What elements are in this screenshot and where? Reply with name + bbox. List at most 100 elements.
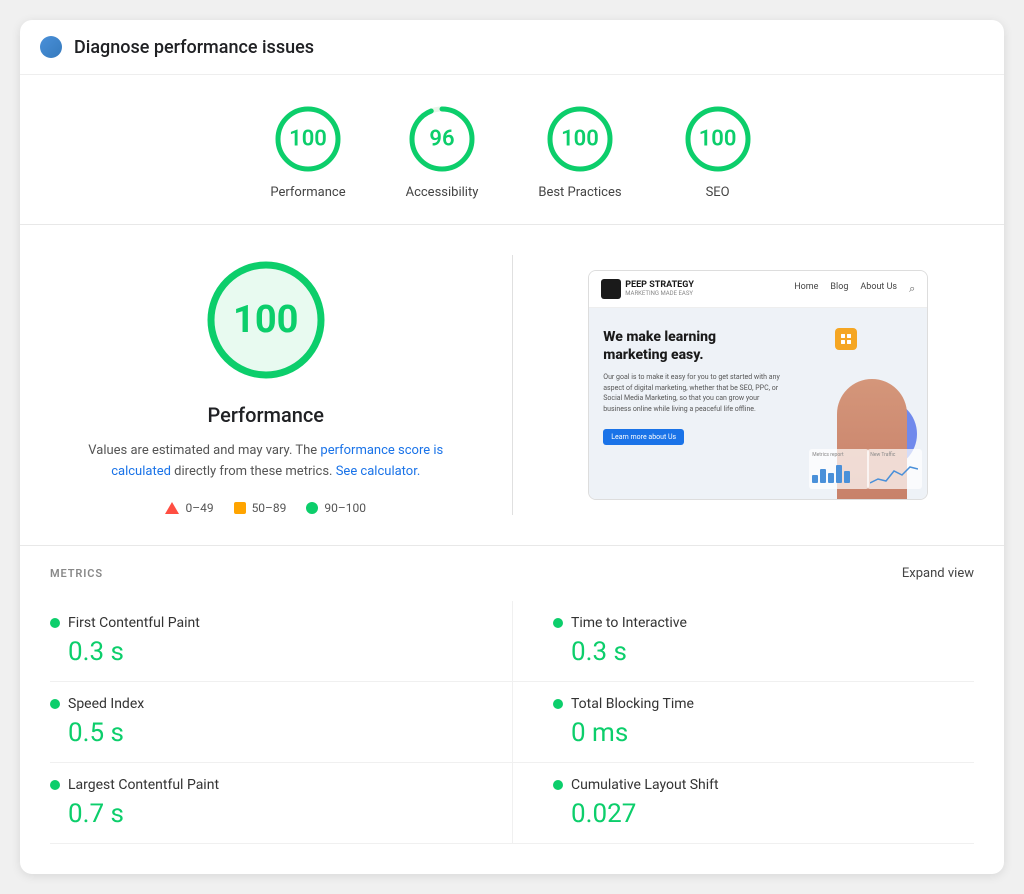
metric-tti-name: Time to Interactive xyxy=(571,615,687,631)
score-label-seo: SEO xyxy=(706,185,730,200)
hero-cta: Learn more about Us xyxy=(603,429,684,445)
metric-si-name: Speed Index xyxy=(68,696,144,712)
metric-cls-dot xyxy=(553,780,563,790)
metric-fcp-value: 0.3 s xyxy=(50,637,472,667)
score-seo: 100 SEO xyxy=(682,103,754,200)
score-value-performance: 100 xyxy=(289,127,327,152)
score-circle-seo: 100 xyxy=(682,103,754,175)
metric-lcp-name: Largest Contentful Paint xyxy=(68,777,219,793)
legend: 0–49 50–89 90–100 xyxy=(165,501,366,515)
hero-headline: We make learning marketing easy. xyxy=(603,328,783,364)
description-text-1: Values are estimated and may vary. The xyxy=(88,443,317,458)
page-title: Diagnose performance issues xyxy=(74,37,314,58)
expand-view-button[interactable]: Expand view xyxy=(902,566,974,581)
site-name: PEEP STRATEGY xyxy=(625,280,694,290)
metrics-header: METRICS Expand view xyxy=(50,566,974,581)
metric-tbt-header: Total Blocking Time xyxy=(553,696,974,712)
legend-average: 50–89 xyxy=(234,501,287,515)
big-score-number: 100 xyxy=(233,298,298,342)
nav-about: About Us xyxy=(860,282,897,296)
screenshot-nav: PEEP STRATEGY MARKETING MADE EASY Home B… xyxy=(589,271,927,308)
diagnostic-icon xyxy=(40,36,62,58)
metrics-section: METRICS Expand view First Contentful Pai… xyxy=(20,546,1004,874)
metric-cls-name: Cumulative Layout Shift xyxy=(571,777,719,793)
metric-si-dot xyxy=(50,699,60,709)
score-value-best-practices: 100 xyxy=(561,127,599,152)
metric-cls-header: Cumulative Layout Shift xyxy=(553,777,974,793)
chart-label: Metrics report xyxy=(812,452,866,458)
screenshot-body: We make learning marketing easy. Our goa… xyxy=(589,308,927,499)
site-screenshot: PEEP STRATEGY MARKETING MADE EASY Home B… xyxy=(588,270,928,500)
metric-tti-value: 0.3 s xyxy=(553,637,974,667)
main-section: 100 Performance Values are estimated and… xyxy=(20,225,1004,546)
pass-icon xyxy=(306,502,318,514)
description-text-2: directly from these metrics. xyxy=(174,464,332,479)
metric-cls-value: 0.027 xyxy=(553,799,974,829)
metric-cls: Cumulative Layout Shift 0.027 xyxy=(512,763,974,844)
legend-pass-label: 90–100 xyxy=(324,501,366,515)
metric-tbt-dot xyxy=(553,699,563,709)
metric-tbt: Total Blocking Time 0 ms xyxy=(512,682,974,763)
score-accessibility: 96 Accessibility xyxy=(406,103,479,200)
score-label-best-practices: Best Practices xyxy=(538,185,621,200)
site-logo: PEEP STRATEGY MARKETING MADE EASY xyxy=(601,279,694,299)
search-icon: ⌕ xyxy=(909,282,915,296)
metric-tti-dot xyxy=(553,618,563,628)
metric-tbt-value: 0 ms xyxy=(553,718,974,748)
bar-1 xyxy=(812,475,818,483)
legend-average-label: 50–89 xyxy=(252,501,287,515)
metric-lcp: Largest Contentful Paint 0.7 s xyxy=(50,763,512,844)
bar-4 xyxy=(836,465,842,483)
metric-lcp-dot xyxy=(50,780,60,790)
mini-bars xyxy=(812,461,866,483)
metric-tbt-name: Total Blocking Time xyxy=(571,696,694,712)
nav-home: Home xyxy=(794,282,818,296)
legend-fail: 0–49 xyxy=(165,501,213,515)
score-label-performance: Performance xyxy=(270,185,345,200)
score-performance: 100 Performance xyxy=(270,103,345,200)
legend-pass: 90–100 xyxy=(306,501,366,515)
metrics-grid: First Contentful Paint 0.3 s Time to Int… xyxy=(50,601,974,844)
performance-title: Performance xyxy=(207,403,324,427)
score-circle-accessibility: 96 xyxy=(406,103,478,175)
legend-fail-label: 0–49 xyxy=(185,501,213,515)
performance-description: Values are estimated and may vary. The p… xyxy=(76,441,456,483)
bar-5 xyxy=(844,471,850,483)
scores-section: 100 Performance 96 Accessibility 1 xyxy=(20,75,1004,225)
vertical-divider xyxy=(512,255,513,515)
site-tagline: MARKETING MADE EASY xyxy=(625,290,694,297)
main-card: Diagnose performance issues 100 Performa… xyxy=(20,20,1004,874)
fail-icon xyxy=(165,502,179,514)
calculator-link[interactable]: See calculator. xyxy=(336,464,421,479)
logo-box xyxy=(601,279,621,299)
traffic-decoration: New Traffic xyxy=(867,449,922,489)
metric-fcp-dot xyxy=(50,618,60,628)
chart-decoration: Metrics report xyxy=(809,449,869,489)
hero-subtext: Our goal is to make it easy for you to g… xyxy=(603,372,783,414)
average-icon xyxy=(234,502,246,514)
metric-lcp-header: Largest Contentful Paint xyxy=(50,777,472,793)
orange-box-decoration xyxy=(835,328,857,350)
metric-si-value: 0.5 s xyxy=(50,718,472,748)
score-circle-performance: 100 xyxy=(272,103,344,175)
screenshot-nav-items: Home Blog About Us ⌕ xyxy=(794,282,915,296)
big-score-circle: 100 xyxy=(201,255,331,385)
score-value-seo: 100 xyxy=(699,127,737,152)
nav-blog: Blog xyxy=(830,282,848,296)
metric-si: Speed Index 0.5 s xyxy=(50,682,512,763)
metric-tti: Time to Interactive 0.3 s xyxy=(512,601,974,682)
traffic-label: New Traffic xyxy=(870,452,919,458)
score-best-practices: 100 Best Practices xyxy=(538,103,621,200)
metric-fcp-header: First Contentful Paint xyxy=(50,615,472,631)
bar-2 xyxy=(820,469,826,483)
metric-lcp-value: 0.7 s xyxy=(50,799,472,829)
score-label-accessibility: Accessibility xyxy=(406,185,479,200)
metric-si-header: Speed Index xyxy=(50,696,472,712)
hero-text: We make learning marketing easy. Our goa… xyxy=(589,308,797,499)
score-circle-best-practices: 100 xyxy=(544,103,616,175)
hero-image: Metrics report New Traffic xyxy=(797,308,927,499)
card-header: Diagnose performance issues xyxy=(20,20,1004,75)
bar-3 xyxy=(828,473,834,483)
metric-tti-header: Time to Interactive xyxy=(553,615,974,631)
performance-right: PEEP STRATEGY MARKETING MADE EASY Home B… xyxy=(553,255,965,515)
